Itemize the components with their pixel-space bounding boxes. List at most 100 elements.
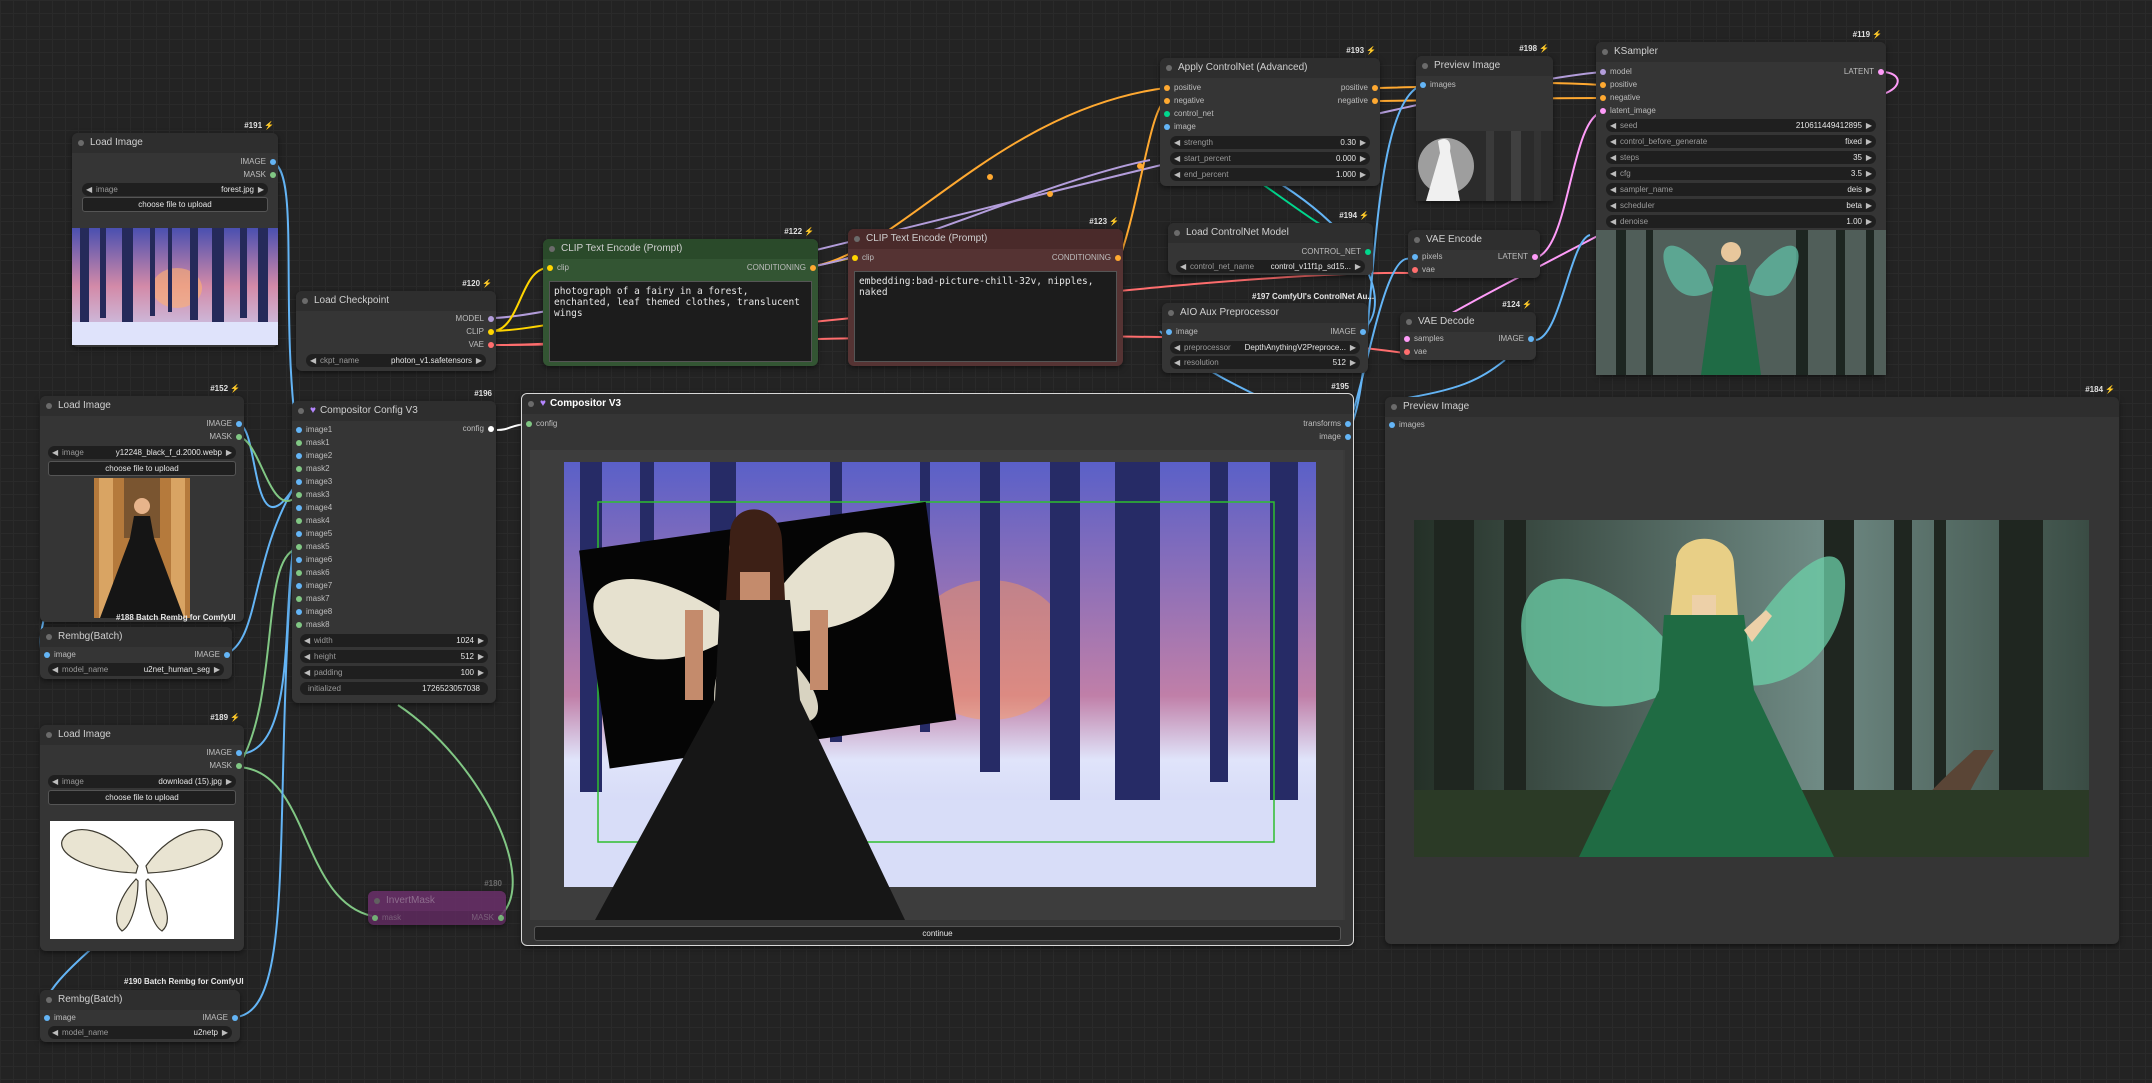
node-title-bar[interactable]: Load Image: [72, 133, 278, 153]
rembg-batch-node-1[interactable]: Rembg(Batch) image IMAGE ◀ model_name u2ne…: [40, 627, 232, 679]
collapse-dot-icon[interactable]: [1174, 230, 1180, 236]
collapse-dot-icon[interactable]: [302, 298, 308, 304]
collapse-dot-icon[interactable]: [1391, 404, 1397, 410]
node-title-bar[interactable]: AIO Aux Preprocessor: [1162, 303, 1368, 323]
input-mask3[interactable]: mask3: [296, 490, 330, 500]
collapse-dot-icon[interactable]: [528, 401, 534, 407]
node-title-bar[interactable]: Load Image: [40, 725, 244, 745]
output-conditioning[interactable]: CONDITIONING: [1052, 253, 1121, 263]
input-positive[interactable]: positive: [1164, 83, 1201, 93]
load-checkpoint-node[interactable]: #120 ⚡ Load Checkpoint MODEL CLIP VAE ◀ ck…: [296, 279, 496, 371]
output-image[interactable]: IMAGE: [1330, 327, 1366, 337]
image-select[interactable]: ◀ image y12248_black_f_d.2000.webp ▶: [48, 446, 236, 459]
collapse-dot-icon[interactable]: [78, 140, 84, 146]
output-image[interactable]: IMAGE: [1498, 334, 1534, 344]
upload-button[interactable]: choose file to upload: [48, 790, 236, 805]
input-mask2[interactable]: mask2: [296, 464, 330, 474]
output-mask[interactable]: MASK: [243, 170, 276, 180]
model-name-select[interactable]: ◀ model_name u2netp ▶: [48, 1026, 232, 1039]
sampler-name-select[interactable]: ◀ sampler_name deis ▶: [1606, 183, 1876, 196]
output-conditioning[interactable]: CONDITIONING: [747, 263, 816, 273]
width-field[interactable]: ◀ width 1024 ▶: [300, 634, 488, 647]
compositor-config-node[interactable]: #196 ♥ Compositor Config V3 config image1…: [292, 389, 496, 703]
preview-image-node-198[interactable]: #198 ⚡ Preview Image images: [1416, 44, 1553, 201]
output-latent[interactable]: LATENT: [1498, 252, 1538, 262]
invert-mask-node[interactable]: #180 InvertMask mask MASK: [368, 879, 506, 925]
input-latent-image[interactable]: latent_image: [1600, 106, 1656, 116]
output-image[interactable]: IMAGE: [240, 157, 276, 167]
input-clip[interactable]: clip: [547, 263, 569, 273]
input-config[interactable]: config: [526, 419, 557, 429]
output-image[interactable]: IMAGE: [202, 1013, 238, 1023]
collapse-dot-icon[interactable]: [374, 898, 380, 904]
output-mask[interactable]: MASK: [209, 432, 242, 442]
compositor-node[interactable]: #195 ♥ Compositor V3 config transforms im…: [521, 382, 1354, 946]
prompt-textarea[interactable]: photograph of a fairy in a forest, encha…: [549, 281, 812, 362]
control-net-name-select[interactable]: ◀ control_net_name control_v11f1p_sd15... ▶: [1176, 260, 1365, 273]
node-title-bar[interactable]: Rembg(Batch): [40, 627, 232, 647]
node-title-bar[interactable]: CLIP Text Encode (Prompt): [848, 229, 1123, 249]
input-pixels[interactable]: pixels: [1412, 252, 1442, 262]
clip-text-encode-positive[interactable]: #122 ⚡ CLIP Text Encode (Prompt) clip CON…: [543, 227, 818, 366]
input-image3[interactable]: image3: [296, 477, 332, 487]
input-mask6[interactable]: mask6: [296, 568, 330, 578]
preview-image-node-184[interactable]: #184 ⚡ Preview Image images: [1385, 385, 2119, 944]
collapse-dot-icon[interactable]: [1406, 319, 1412, 325]
collapse-dot-icon[interactable]: [298, 408, 304, 414]
ckpt-name-select[interactable]: ◀ ckpt_name photon_v1.safetensors ▶: [306, 354, 486, 367]
node-title-bar[interactable]: Load ControlNet Model: [1168, 223, 1373, 243]
input-image2[interactable]: image2: [296, 451, 332, 461]
prompt-textarea[interactable]: embedding:bad-picture-chill-32v, nipples…: [854, 271, 1117, 362]
input-image[interactable]: image: [1166, 327, 1198, 337]
output-image[interactable]: IMAGE: [206, 748, 242, 758]
preprocessor-select[interactable]: ◀ preprocessor DepthAnythingV2Preproce... ▶: [1170, 341, 1360, 354]
node-title-bar[interactable]: Load Image: [40, 396, 244, 416]
continue-button[interactable]: continue: [534, 926, 1341, 941]
input-image[interactable]: image: [1164, 122, 1196, 132]
node-title-bar[interactable]: VAE Encode: [1408, 230, 1540, 250]
collapse-dot-icon[interactable]: [46, 403, 52, 409]
input-negative[interactable]: negative: [1164, 96, 1204, 106]
collapse-dot-icon[interactable]: [1166, 65, 1172, 71]
input-mask4[interactable]: mask4: [296, 516, 330, 526]
output-mask[interactable]: MASK: [209, 761, 242, 771]
output-positive[interactable]: positive: [1341, 83, 1378, 93]
output-image[interactable]: image: [1319, 432, 1351, 442]
cfg-field[interactable]: ◀ cfg 3.5 ▶: [1606, 167, 1876, 180]
output-image[interactable]: IMAGE: [194, 650, 230, 660]
node-title-bar[interactable]: CLIP Text Encode (Prompt): [543, 239, 818, 259]
input-image8[interactable]: image8: [296, 607, 332, 617]
seed-field[interactable]: ◀ seed 210611449412895 ▶: [1606, 119, 1876, 132]
vae-decode-node[interactable]: #124 ⚡ VAE Decode samples vae IMAGE: [1400, 300, 1536, 360]
initialized-field[interactable]: initialized 1726523057038: [300, 682, 488, 695]
input-model[interactable]: model: [1600, 67, 1632, 77]
input-image7[interactable]: image7: [296, 581, 332, 591]
input-clip[interactable]: clip: [852, 253, 874, 263]
node-title-bar[interactable]: Preview Image: [1416, 56, 1553, 76]
input-positive[interactable]: positive: [1600, 80, 1637, 90]
node-title-bar[interactable]: ♥ Compositor V3: [522, 394, 1353, 414]
output-vae[interactable]: VAE: [469, 340, 494, 350]
input-negative[interactable]: negative: [1600, 93, 1640, 103]
upload-button[interactable]: choose file to upload: [82, 197, 268, 212]
collapse-dot-icon[interactable]: [46, 634, 52, 640]
input-image1[interactable]: image1: [296, 425, 332, 435]
node-title-bar[interactable]: Preview Image: [1385, 397, 2119, 417]
output-negative[interactable]: negative: [1338, 96, 1378, 106]
node-title-bar[interactable]: VAE Decode: [1400, 312, 1536, 332]
input-mask8[interactable]: mask8: [296, 620, 330, 630]
ksampler-node[interactable]: #119 ⚡ KSampler model positive negative l…: [1596, 30, 1886, 375]
input-vae[interactable]: vae: [1404, 347, 1427, 357]
scheduler-select[interactable]: ◀ scheduler beta ▶: [1606, 199, 1876, 212]
collapse-dot-icon[interactable]: [46, 732, 52, 738]
collapse-dot-icon[interactable]: [1168, 310, 1174, 316]
collapse-dot-icon[interactable]: [1422, 63, 1428, 69]
denoise-field[interactable]: ◀ denoise 1.00 ▶: [1606, 215, 1876, 228]
input-image5[interactable]: image5: [296, 529, 332, 539]
load-image-node-152[interactable]: #152 ⚡ Load Image IMAGE MASK ◀ image y12248…: [40, 384, 244, 622]
output-control-net[interactable]: CONTROL_NET: [1301, 247, 1371, 257]
input-vae[interactable]: vae: [1412, 265, 1435, 275]
compositor-canvas[interactable]: [530, 450, 1345, 920]
input-mask[interactable]: mask: [372, 913, 401, 923]
collapse-dot-icon[interactable]: [549, 246, 555, 252]
